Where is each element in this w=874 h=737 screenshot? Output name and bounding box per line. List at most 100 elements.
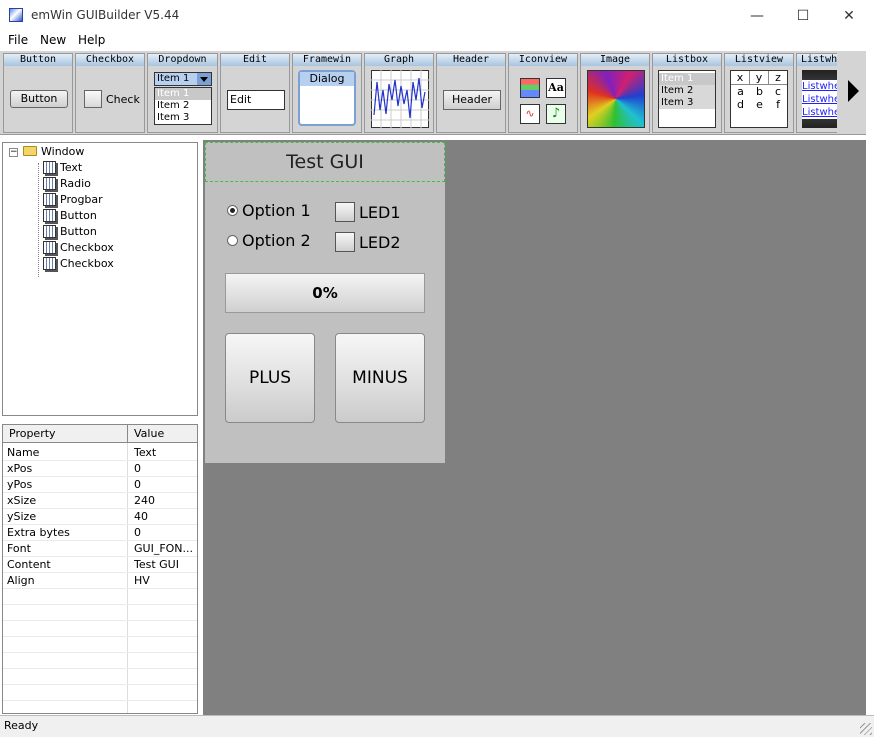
- property-row[interactable]: ySize 40: [3, 509, 197, 525]
- minimize-button[interactable]: —: [734, 0, 780, 31]
- tree-node-text[interactable]: Text: [43, 160, 82, 176]
- list-item: Item 1: [155, 88, 211, 100]
- tree-connector: [38, 163, 39, 277]
- minus-button[interactable]: MINUS: [335, 333, 425, 423]
- menu-bar: File New Help: [0, 31, 874, 51]
- widget-icon: [43, 177, 56, 190]
- tool-framewin-label: Framewin: [293, 54, 361, 66]
- property-row[interactable]: Font GUI_FON...: [3, 541, 197, 557]
- text-widget-title[interactable]: Test GUI: [205, 142, 445, 182]
- led2-checkbox[interactable]: LED2: [335, 232, 401, 253]
- list-item: Listwhe: [802, 80, 837, 93]
- tree-node-checkbox[interactable]: Checkbox: [43, 256, 114, 272]
- dialog-window[interactable]: Test GUI Option 1 Option 2 LED1 LED2 0% …: [205, 142, 445, 463]
- tool-image-label: Image: [581, 54, 649, 66]
- property-row[interactable]: Name Text: [3, 445, 197, 461]
- property-row[interactable]: xPos 0: [3, 461, 197, 477]
- property-value[interactable]: 240: [134, 493, 196, 509]
- list-item: Item 2: [659, 85, 715, 97]
- books-icon: [520, 78, 540, 98]
- property-value[interactable]: GUI_FON...: [134, 541, 196, 557]
- tool-header[interactable]: Header Header: [436, 53, 506, 133]
- property-value[interactable]: Text: [134, 445, 196, 461]
- tree-node-radio[interactable]: Radio: [43, 176, 91, 192]
- property-row[interactable]: yPos 0: [3, 477, 197, 493]
- tree-node-progbar[interactable]: Progbar: [43, 192, 103, 208]
- tool-graph[interactable]: Graph: [364, 53, 434, 133]
- property-name: yPos: [7, 478, 33, 491]
- property-value[interactable]: 0: [134, 525, 196, 541]
- menu-new[interactable]: New: [40, 33, 66, 47]
- tree-node-checkbox[interactable]: Checkbox: [43, 240, 114, 256]
- design-canvas[interactable]: Test GUI Option 1 Option 2 LED1 LED2 0% …: [203, 140, 866, 715]
- property-value[interactable]: 40: [134, 509, 196, 525]
- plus-button[interactable]: PLUS: [225, 333, 315, 423]
- app-icon: [9, 8, 23, 22]
- property-row[interactable]: Content Test GUI: [3, 557, 197, 573]
- radio-option-2[interactable]: Option 2: [227, 232, 311, 250]
- property-value[interactable]: 0: [134, 477, 196, 493]
- sample-header: Header: [443, 90, 501, 110]
- listview-cell: a: [737, 85, 744, 98]
- toolbar-scroll-right-icon[interactable]: [848, 80, 859, 102]
- font-icon: Aa: [546, 78, 566, 98]
- property-value[interactable]: HV: [134, 573, 196, 589]
- property-name: Extra bytes: [7, 526, 70, 539]
- tool-iconview[interactable]: Iconview Aa ∿ ♪: [508, 53, 578, 133]
- listview-cell: d: [737, 98, 744, 111]
- led1-checkbox[interactable]: LED1: [335, 202, 401, 223]
- list-item: Item 3: [659, 97, 715, 109]
- column-divider[interactable]: [127, 425, 128, 443]
- menu-help[interactable]: Help: [78, 33, 105, 47]
- tree-node-label: Text: [60, 161, 83, 174]
- tool-edit[interactable]: Edit Edit: [220, 53, 290, 133]
- wave-icon: ∿: [520, 104, 540, 124]
- tool-listview[interactable]: Listview x y z a b c d e f: [724, 53, 794, 133]
- tree-node-button[interactable]: Button: [43, 224, 97, 240]
- list-item: Item 2: [157, 100, 190, 111]
- widget-icon: [43, 161, 56, 174]
- tree-node-label: Checkbox: [60, 257, 114, 270]
- property-name: xSize: [7, 494, 37, 507]
- empty-property-row: [3, 669, 197, 685]
- tool-listwheel[interactable]: Listwh Listwhe Listwhe Listwhe: [796, 53, 837, 133]
- progress-bar[interactable]: 0%: [225, 273, 425, 313]
- property-row[interactable]: Extra bytes 0: [3, 525, 197, 541]
- tree-node-label: Radio: [60, 177, 91, 190]
- property-value[interactable]: 0: [134, 461, 196, 477]
- status-bar: Ready: [0, 715, 874, 737]
- chevron-down-icon: [197, 73, 211, 85]
- tool-dropdown[interactable]: Dropdown Item 1 Item 1 Item 2 Item 3: [147, 53, 218, 133]
- maximize-button[interactable]: ☐: [780, 0, 826, 31]
- sample-listview: x y z a b c d e f: [730, 70, 788, 128]
- column-header-value[interactable]: Value: [134, 427, 164, 440]
- menu-file[interactable]: File: [8, 33, 28, 47]
- tool-checkbox-label: Checkbox: [76, 54, 144, 66]
- tree-node-label: Button: [60, 225, 97, 238]
- close-button[interactable]: ✕: [826, 0, 872, 31]
- tool-dropdown-label: Dropdown: [148, 54, 217, 66]
- widget-toolbar: Button Button Checkbox Check Dropdown It…: [0, 51, 866, 135]
- sample-framewin: Dialog: [298, 70, 356, 126]
- sample-checkbox-label: Check: [106, 93, 140, 106]
- tool-checkbox[interactable]: Checkbox Check: [75, 53, 145, 133]
- widget-icon: [43, 257, 56, 270]
- tree-node-label: Checkbox: [60, 241, 114, 254]
- collapse-toggle-icon[interactable]: −: [9, 148, 18, 157]
- property-value[interactable]: Test GUI: [134, 557, 196, 573]
- tree-node-button[interactable]: Button: [43, 208, 97, 224]
- tool-image[interactable]: Image: [580, 53, 650, 133]
- radio-option-1[interactable]: Option 1: [227, 202, 311, 220]
- tool-button-label: Button: [4, 54, 72, 66]
- property-row[interactable]: Align HV: [3, 573, 197, 589]
- tool-framewin[interactable]: Framewin Dialog: [292, 53, 362, 133]
- property-row[interactable]: xSize 240: [3, 493, 197, 509]
- tool-listbox[interactable]: Listbox Item 1 Item 2 Item 3: [652, 53, 722, 133]
- tool-header-label: Header: [437, 54, 505, 66]
- list-item: Listwhe: [802, 93, 837, 106]
- column-header-property[interactable]: Property: [9, 427, 56, 440]
- listview-cell: c: [774, 85, 782, 98]
- tool-button[interactable]: Button Button: [3, 53, 73, 133]
- tree-node-window[interactable]: Window: [23, 144, 84, 160]
- resize-grip-icon[interactable]: [860, 723, 872, 735]
